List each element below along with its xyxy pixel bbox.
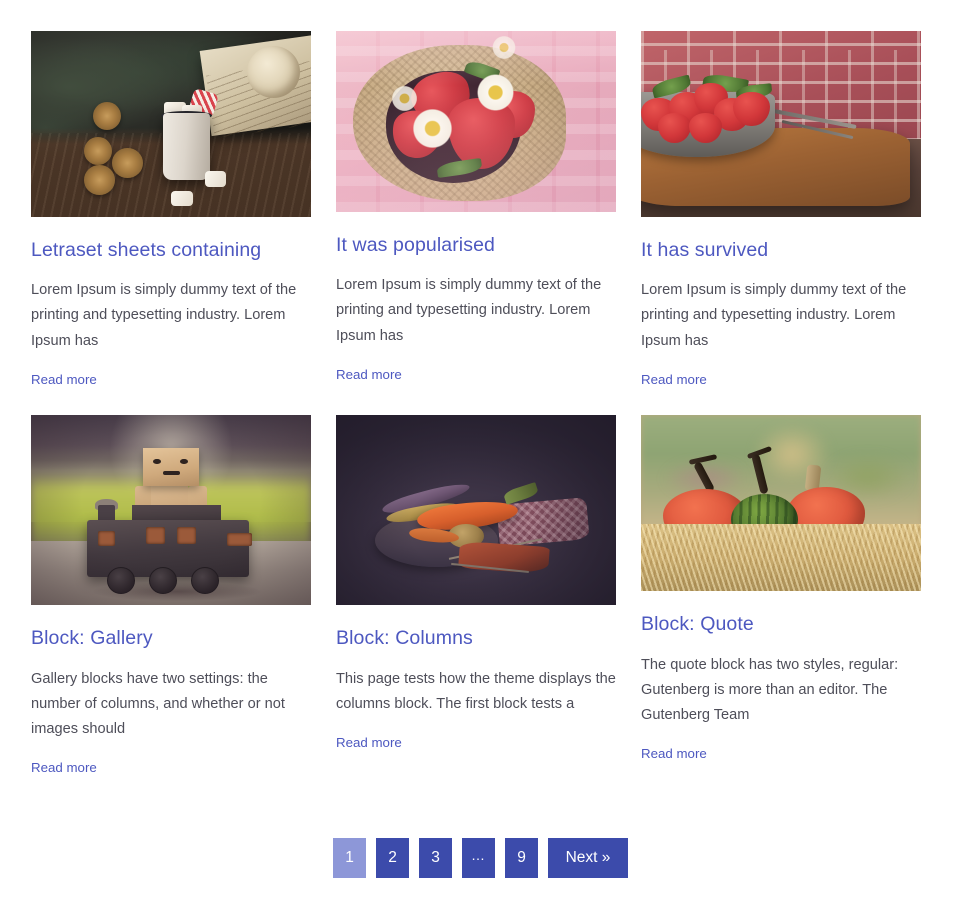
- read-more-link[interactable]: Read more: [641, 745, 707, 764]
- read-more-link[interactable]: Read more: [31, 371, 97, 390]
- post-thumbnail-link[interactable]: [31, 31, 311, 217]
- post-excerpt: Lorem Ipsum is simply dummy text of the …: [31, 282, 297, 349]
- vignette-overlay: [336, 415, 616, 606]
- pagination-page-1[interactable]: 1: [333, 838, 366, 878]
- vignette-overlay: [31, 415, 311, 606]
- post-title-link[interactable]: Block: Columns: [336, 627, 473, 649]
- post-title: Block: Columns: [336, 626, 616, 651]
- read-more-link[interactable]: Read more: [641, 371, 707, 390]
- post-excerpt: Lorem Ipsum is simply dummy text of the …: [336, 277, 602, 344]
- read-more-link[interactable]: Read more: [336, 734, 402, 753]
- post-title: It has survived: [641, 238, 921, 263]
- dried-orange-slice: [84, 164, 115, 195]
- strawberry: [688, 112, 723, 143]
- pagination-page-9[interactable]: 9: [505, 838, 538, 878]
- post-card: Letraset sheets containing Lorem Ipsum i…: [31, 31, 311, 389]
- pagination-next-button[interactable]: Next »: [548, 838, 628, 878]
- pagination: 1 2 3 … 9 Next »: [0, 838, 961, 878]
- post-title-link[interactable]: It was popularised: [336, 234, 495, 256]
- post-grid-page: Letraset sheets containing Lorem Ipsum i…: [0, 0, 961, 915]
- post-title-link[interactable]: Block: Gallery: [31, 627, 153, 649]
- dried-orange-slice: [112, 148, 143, 178]
- post-grid: Letraset sheets containing Lorem Ipsum i…: [31, 31, 921, 777]
- straw-bed: [641, 524, 921, 592]
- post-title: Block: Quote: [641, 612, 921, 637]
- post-title: It was popularised: [336, 233, 616, 258]
- post-card: It was popularised Lorem Ipsum is simply…: [336, 31, 616, 389]
- pagination-page-3[interactable]: 3: [419, 838, 452, 878]
- post-card: Block: Quote The quote block has two sty…: [641, 415, 921, 777]
- post-thumbnail-link[interactable]: [336, 415, 616, 606]
- post-excerpt: This page tests how the theme displays t…: [336, 670, 616, 712]
- post-thumbnail-link[interactable]: [31, 415, 311, 606]
- post-excerpt: Gallery blocks have two settings: the nu…: [31, 670, 285, 737]
- enamel-mug: [162, 112, 211, 180]
- post-card: Block: Gallery Gallery blocks have two s…: [31, 415, 311, 777]
- pagination-ellipsis: …: [462, 838, 495, 878]
- read-more-link[interactable]: Read more: [31, 759, 97, 778]
- post-thumbnail-link[interactable]: [641, 415, 921, 592]
- dried-orange-slice: [84, 137, 113, 165]
- post-title: Letraset sheets containing: [31, 238, 311, 263]
- post-excerpt: The quote block has two styles, regular:…: [641, 656, 899, 723]
- read-more-link[interactable]: Read more: [336, 366, 402, 385]
- post-title-link[interactable]: Block: Quote: [641, 613, 754, 635]
- post-card: It has survived Lorem Ipsum is simply du…: [641, 31, 921, 389]
- post-title-link[interactable]: Letraset sheets containing: [31, 239, 261, 261]
- post-card: Block: Columns This page tests how the t…: [336, 415, 616, 777]
- marshmallow: [171, 190, 194, 206]
- post-title-link[interactable]: It has survived: [641, 239, 768, 261]
- post-thumbnail-link[interactable]: [336, 31, 616, 212]
- pink-haze-overlay: [336, 31, 616, 212]
- white-pumpkin: [246, 45, 300, 98]
- pagination-page-2[interactable]: 2: [376, 838, 409, 878]
- dried-orange-slice: [92, 101, 121, 130]
- post-title: Block: Gallery: [31, 626, 311, 651]
- marshmallow: [204, 170, 226, 188]
- post-thumbnail-link[interactable]: [641, 31, 921, 217]
- post-excerpt: Lorem Ipsum is simply dummy text of the …: [641, 282, 907, 349]
- strawberry: [733, 92, 770, 126]
